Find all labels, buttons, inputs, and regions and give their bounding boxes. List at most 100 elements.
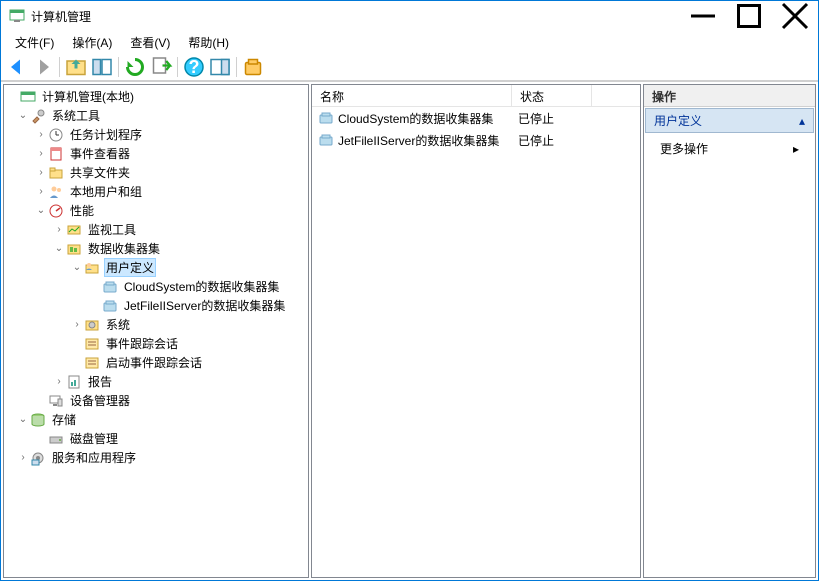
tree-performance[interactable]: ⌄ 性能 <box>4 201 308 220</box>
minimize-button[interactable] <box>680 1 726 31</box>
cell-name: CloudSystem的数据收集器集 <box>338 110 493 127</box>
tree-label: JetFileIIServer的数据收集器集 <box>122 296 287 315</box>
event-viewer-icon <box>48 146 64 162</box>
device-manager-icon <box>48 393 64 409</box>
cell-name: JetFileIIServer的数据收集器集 <box>338 132 499 149</box>
expand-icon[interactable]: › <box>34 166 48 180</box>
tree-shared-folders[interactable]: › 共享文件夹 <box>4 163 308 182</box>
blank-twist <box>88 280 102 294</box>
tree-startup-trace[interactable]: 启动事件跟踪会话 <box>4 353 308 372</box>
collapse-icon[interactable]: ⌄ <box>70 261 84 275</box>
actions-pane: 操作 用户定义 ▴ 更多操作 ▸ <box>643 84 816 578</box>
tree-system-node[interactable]: › 系统 <box>4 315 308 334</box>
close-button[interactable] <box>772 1 818 31</box>
toolbar-separator <box>59 57 60 77</box>
forward-button[interactable] <box>31 55 55 79</box>
expand-icon[interactable]: › <box>70 318 84 332</box>
tree-storage[interactable]: ⌄ 存储 <box>4 410 308 429</box>
tree-label: 事件跟踪会话 <box>104 334 180 353</box>
collector-icon <box>66 241 82 257</box>
users-icon <box>48 184 64 200</box>
tree-label: 系统 <box>104 315 132 334</box>
services-icon <box>30 450 46 466</box>
blank-twist <box>70 337 84 351</box>
app-icon <box>9 8 25 24</box>
list-row[interactable]: JetFileIIServer的数据收集器集 已停止 <box>312 129 640 151</box>
blank-twist <box>6 90 20 104</box>
tree-pane[interactable]: 计算机管理(本地) ⌄ 系统工具 › 任务计划程序 › 事件查看器 › 共享文件 <box>3 84 309 578</box>
cell-status: 已停止 <box>518 110 554 127</box>
actions-section[interactable]: 用户定义 ▴ <box>645 108 814 133</box>
computer-mgmt-icon <box>20 89 36 105</box>
tree-label: 用户定义 <box>104 258 156 277</box>
expand-icon[interactable]: › <box>52 375 66 389</box>
tree-root[interactable]: 计算机管理(本地) <box>4 87 308 106</box>
menubar: 文件(F) 操作(A) 查看(V) 帮助(H) <box>1 31 818 53</box>
tree-label: 监视工具 <box>86 220 138 239</box>
clock-icon <box>48 127 64 143</box>
collapse-icon[interactable]: ⌄ <box>16 413 30 427</box>
tree-label: 共享文件夹 <box>68 163 132 182</box>
collector-set-icon <box>102 298 118 314</box>
tree-jetfile[interactable]: JetFileIIServer的数据收集器集 <box>4 296 308 315</box>
tree-user-defined[interactable]: ⌄ 用户定义 <box>4 258 308 277</box>
menu-help[interactable]: 帮助(H) <box>180 32 237 53</box>
collapse-triangle-icon: ▴ <box>799 114 805 128</box>
expand-icon[interactable]: › <box>16 451 30 465</box>
col-name[interactable]: 名称 <box>312 85 512 106</box>
performance-icon <box>48 203 64 219</box>
toolbar-separator <box>236 57 237 77</box>
tree-system-tools[interactable]: ⌄ 系统工具 <box>4 106 308 125</box>
list-body[interactable]: CloudSystem的数据收集器集 已停止 JetFileIIServer的数… <box>312 107 640 577</box>
expand-icon[interactable]: › <box>34 185 48 199</box>
tree-event-trace[interactable]: 事件跟踪会话 <box>4 334 308 353</box>
blank-twist <box>34 432 48 446</box>
user-defined-icon <box>84 260 100 276</box>
tree-label: 计算机管理(本地) <box>40 87 136 106</box>
properties-button[interactable] <box>241 55 265 79</box>
export-button[interactable] <box>149 55 173 79</box>
tree-monitor-tools[interactable]: › 监视工具 <box>4 220 308 239</box>
up-button[interactable] <box>64 55 88 79</box>
maximize-button[interactable] <box>726 1 772 31</box>
list-row[interactable]: CloudSystem的数据收集器集 已停止 <box>312 107 640 129</box>
tree-event-viewer[interactable]: › 事件查看器 <box>4 144 308 163</box>
tree-task-scheduler[interactable]: › 任务计划程序 <box>4 125 308 144</box>
actions-more-label: 更多操作 <box>660 140 708 157</box>
refresh-button[interactable] <box>123 55 147 79</box>
toolbar-separator <box>177 57 178 77</box>
monitor-icon <box>66 222 82 238</box>
collapse-icon[interactable]: ⌄ <box>34 204 48 218</box>
menu-action[interactable]: 操作(A) <box>64 32 120 53</box>
system-collector-icon <box>84 317 100 333</box>
collapse-icon[interactable]: ⌄ <box>52 242 66 256</box>
tree-label: 性能 <box>68 201 96 220</box>
svg-text:?: ? <box>189 57 200 77</box>
titlebar: 计算机管理 <box>1 1 818 31</box>
help-button[interactable]: ? <box>182 55 206 79</box>
tree-services-apps[interactable]: › 服务和应用程序 <box>4 448 308 467</box>
show-hide-tree-button[interactable] <box>90 55 114 79</box>
menu-view[interactable]: 查看(V) <box>122 32 178 53</box>
chevron-right-icon: ▸ <box>793 142 799 156</box>
tools-icon <box>30 108 46 124</box>
back-button[interactable] <box>5 55 29 79</box>
show-hide-action-button[interactable] <box>208 55 232 79</box>
col-status[interactable]: 状态 <box>512 85 592 106</box>
tree-device-manager[interactable]: 设备管理器 <box>4 391 308 410</box>
tree-label: 系统工具 <box>50 106 102 125</box>
expand-icon[interactable]: › <box>34 128 48 142</box>
expand-icon[interactable]: › <box>52 223 66 237</box>
tree-local-users[interactable]: › 本地用户和组 <box>4 182 308 201</box>
tree-reports[interactable]: › 报告 <box>4 372 308 391</box>
collapse-icon[interactable]: ⌄ <box>16 109 30 123</box>
cell-status: 已停止 <box>518 132 554 149</box>
tree-cloudsystem[interactable]: CloudSystem的数据收集器集 <box>4 277 308 296</box>
actions-more[interactable]: 更多操作 ▸ <box>644 134 815 163</box>
tree-disk-mgmt[interactable]: 磁盘管理 <box>4 429 308 448</box>
tree-data-collector-sets[interactable]: ⌄ 数据收集器集 <box>4 239 308 258</box>
actions-section-label: 用户定义 <box>654 112 702 129</box>
trace-icon <box>84 336 100 352</box>
menu-file[interactable]: 文件(F) <box>7 32 62 53</box>
expand-icon[interactable]: › <box>34 147 48 161</box>
